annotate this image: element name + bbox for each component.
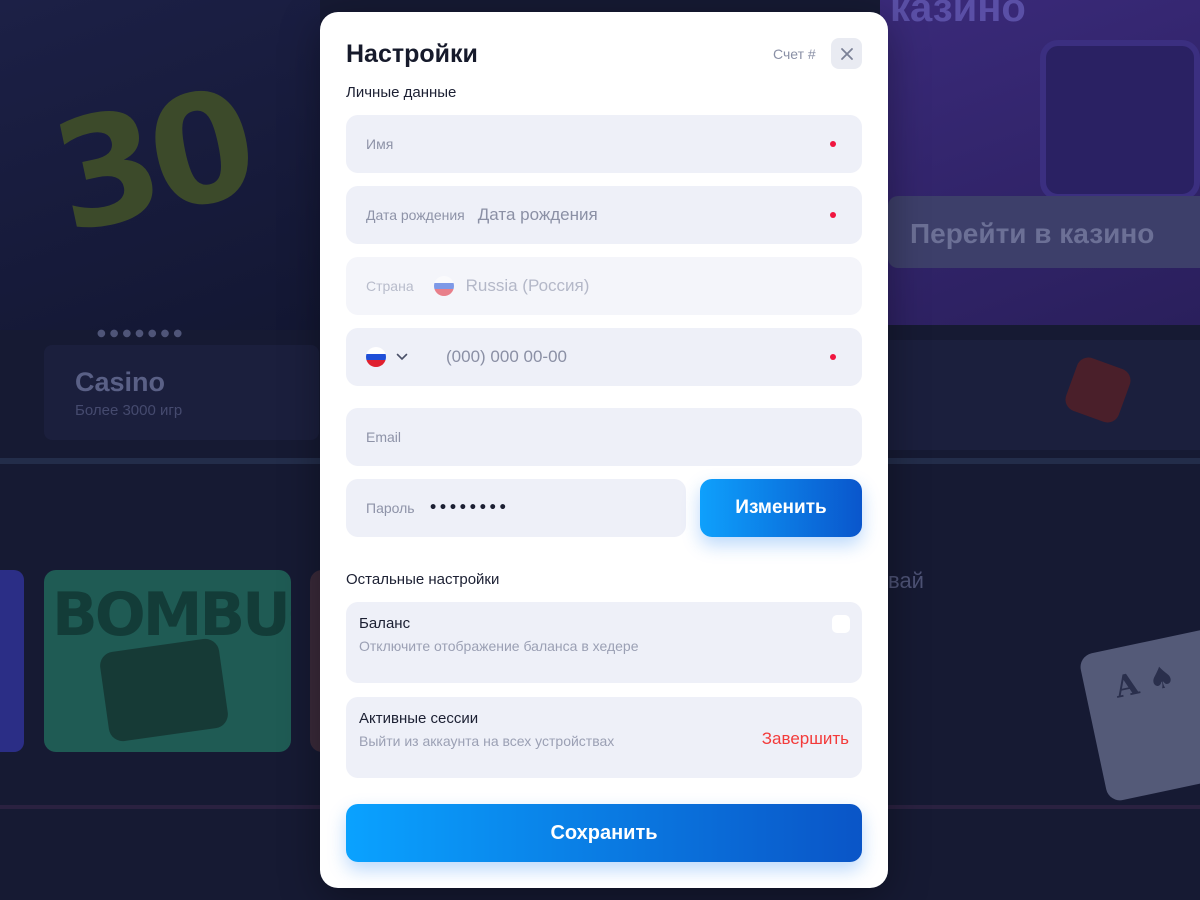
name-label: Имя xyxy=(366,136,394,152)
birthdate-field[interactable]: Дата рождения Дата рождения xyxy=(346,186,862,244)
active-sessions-setting: Активные сессии Выйти из аккаунта на все… xyxy=(346,697,862,778)
balance-setting: Баланс Отключите отображение баланса в х… xyxy=(346,602,862,683)
bg-game-card xyxy=(0,570,24,752)
phone-field[interactable]: (000) 000 00-00 xyxy=(346,328,862,386)
account-number-label: Счет # xyxy=(773,46,816,62)
other-settings-heading: Остальные настройки xyxy=(346,571,500,588)
save-button[interactable]: Сохранить xyxy=(346,804,862,862)
birthdate-label: Дата рождения xyxy=(366,207,465,223)
close-button[interactable] xyxy=(831,38,862,69)
bg-ace-letter: A xyxy=(1111,666,1142,706)
bg-bombucks-logo: BOMBUCKS xyxy=(52,580,291,650)
bg-casino-card-subtitle: Более 3000 игр xyxy=(75,402,183,419)
sessions-title: Активные сессии xyxy=(359,710,479,727)
russia-flag-icon xyxy=(433,276,454,296)
birthdate-placeholder: Дата рождения xyxy=(477,205,598,224)
personal-data-heading: Личные данные xyxy=(346,84,457,101)
password-field[interactable]: Пароль •••••••• xyxy=(346,479,686,537)
sessions-subtitle: Выйти из аккаунта на всех устройствах xyxy=(359,733,615,749)
close-icon xyxy=(840,47,853,60)
required-indicator xyxy=(830,354,836,360)
name-field[interactable]: Имя xyxy=(346,115,862,173)
email-field[interactable]: Email xyxy=(346,408,862,466)
password-value: •••••••• xyxy=(428,500,509,516)
change-password-button[interactable]: Изменить xyxy=(700,479,862,537)
bg-slot-machine-image xyxy=(1040,40,1200,200)
bg-right-partial-text: вай xyxy=(888,568,924,593)
country-label: Страна xyxy=(366,278,414,294)
phone-input[interactable]: (000) 000 00-00 xyxy=(446,347,567,367)
required-indicator xyxy=(830,141,836,147)
balance-checkbox[interactable] xyxy=(832,615,850,633)
balance-title: Баланс xyxy=(359,615,411,632)
bg-bombucks-image xyxy=(98,637,230,743)
chevron-down-icon xyxy=(396,353,408,361)
bg-right-card xyxy=(888,340,1200,450)
country-field: Страна Russia (Россия) xyxy=(346,257,862,315)
bg-goto-casino-button: Перейти в казино xyxy=(888,196,1200,268)
modal-title: Настройки xyxy=(346,40,478,68)
end-sessions-link[interactable]: Завершить xyxy=(762,729,849,749)
required-indicator xyxy=(830,212,836,218)
bg-hero-right-title: казино xyxy=(890,0,1026,30)
bg-ace-card-image: A ♠ xyxy=(1077,627,1200,803)
country-value: Russia (Россия) xyxy=(465,276,590,295)
email-label: Email xyxy=(366,429,402,445)
password-label: Пароль xyxy=(366,500,415,516)
bg-carousel-dots: ●●●●●●● xyxy=(97,328,187,339)
bg-game-card-bombucks: BOMBUCKS xyxy=(44,570,291,752)
russia-flag-icon xyxy=(366,347,386,367)
settings-modal: Настройки Счет # Личные данные Имя Дата … xyxy=(320,12,888,888)
bg-casino-card-title: Casino xyxy=(75,367,166,397)
country-code-selector[interactable] xyxy=(366,347,408,367)
balance-subtitle: Отключите отображение баланса в хедере xyxy=(359,638,639,654)
